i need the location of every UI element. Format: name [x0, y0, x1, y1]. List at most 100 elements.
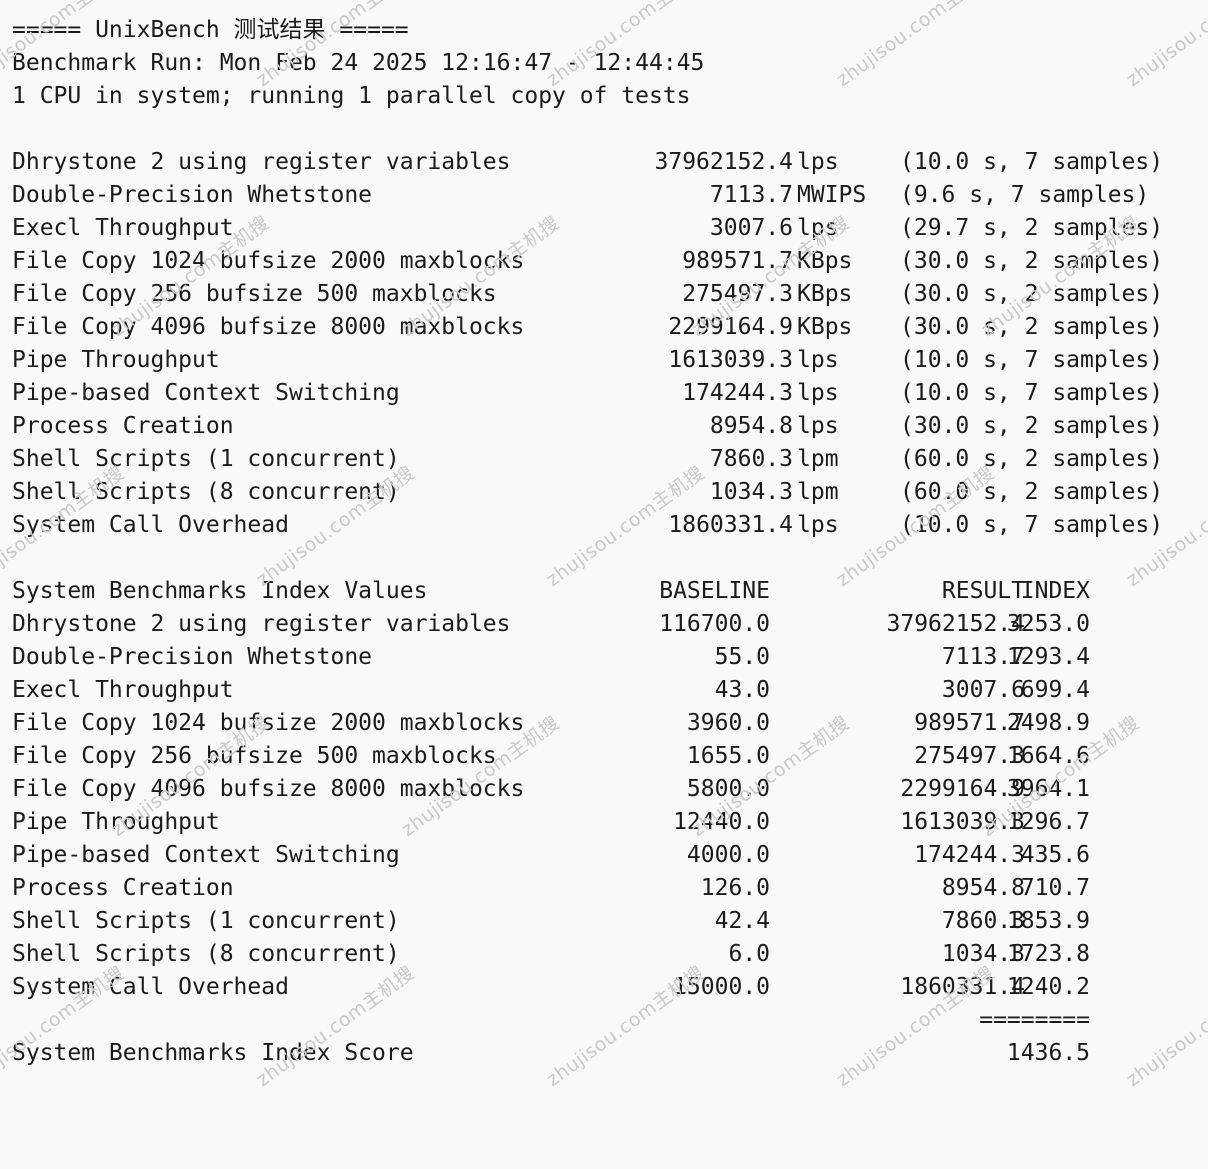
benchmark-run-line: Benchmark Run: Mon Feb 24 2025 12:16:47 …	[12, 47, 1208, 80]
benchmark-timing: (10.0 s, 7 samples)	[900, 149, 1164, 175]
benchmark-unit: lps	[797, 215, 839, 241]
benchmark-unit: MWIPS	[797, 182, 867, 208]
index-index-value: 3253.0	[1006, 611, 1090, 637]
index-value-row: Process Creation 126.0 8954.8 710.7	[12, 872, 1208, 905]
index-baseline-value: 1655.0	[686, 743, 770, 769]
benchmark-timing: (60.0 s, 2 samples)	[900, 446, 1164, 472]
benchmark-unit: lps	[797, 380, 839, 406]
cpu-info-line: 1 CPU in system; running 1 parallel copy…	[12, 80, 1208, 113]
benchmark-timing: (29.7 s, 2 samples)	[900, 215, 1164, 241]
benchmark-run-text: Benchmark Run: Mon Feb 24 2025 12:16:47 …	[12, 50, 705, 76]
benchmark-result-row: Execl Throughput 3007.6 lps (29.7 s, 2 samp…	[12, 212, 1208, 245]
index-index-value: 1240.2	[1006, 974, 1090, 1000]
raw-results-block: Dhrystone 2 using register variables 3796…	[12, 146, 1208, 542]
column-header-result: RESULT	[941, 578, 1025, 604]
index-result-value: 8954.8	[941, 875, 1025, 901]
benchmark-result-row: Pipe-based Context Switching 174244.3 lps (…	[12, 377, 1208, 410]
index-index-value: 3964.1	[1006, 776, 1090, 802]
index-baseline-value: 3960.0	[686, 710, 770, 736]
index-result-value: 3007.6	[941, 677, 1025, 703]
index-values-block: Dhrystone 2 using register variables 1167…	[12, 608, 1208, 1004]
benchmark-name: Execl Throughput	[12, 215, 234, 241]
index-baseline-value: 116700.0	[659, 611, 770, 637]
benchmark-timing: (30.0 s, 2 samples)	[900, 248, 1164, 274]
index-value-row: File Copy 4096 bufsize 8000 maxblocks 580…	[12, 773, 1208, 806]
benchmark-value: 8954.8	[709, 413, 793, 439]
benchmark-name: Double-Precision Whetstone	[12, 182, 373, 208]
index-index-value: 1664.6	[1006, 743, 1090, 769]
benchmark-timing: (10.0 s, 7 samples)	[900, 512, 1164, 538]
index-value-row: Pipe Throughput 12440.0 1613039.3 1296.7	[12, 806, 1208, 839]
benchmark-result-row: Shell Scripts (1 concurrent) 7860.3 lpm (60…	[12, 443, 1208, 476]
index-baseline-value: 5800.0	[686, 776, 770, 802]
index-baseline-value: 6.0	[728, 941, 770, 967]
benchmark-value: 7113.7	[709, 182, 793, 208]
benchmark-value: 2299164.9	[668, 314, 793, 340]
index-value-row: Dhrystone 2 using register variables 1167…	[12, 608, 1208, 641]
benchmark-value: 989571.7	[682, 248, 793, 274]
index-index-value: 699.4	[1020, 677, 1090, 703]
index-score-value: 1436.5	[1006, 1040, 1090, 1066]
benchmark-name: Pipe Throughput	[12, 347, 220, 373]
terminal-output: ===== UnixBench 测试结果 ===== Benchmark Run…	[0, 0, 1208, 1102]
title-text: ===== UnixBench 测试结果 =====	[12, 17, 409, 43]
index-benchmark-name: File Copy 4096 bufsize 8000 maxblocks	[12, 776, 525, 802]
index-result-value: 174244.3	[914, 842, 1025, 868]
benchmark-unit: KBps	[797, 314, 853, 340]
index-index-value: 1723.8	[1006, 941, 1090, 967]
benchmark-name: File Copy 4096 bufsize 8000 maxblocks	[12, 314, 525, 340]
benchmark-timing: (10.0 s, 7 samples)	[900, 380, 1164, 406]
index-baseline-value: 126.0	[700, 875, 770, 901]
benchmark-timing: (30.0 s, 2 samples)	[900, 314, 1164, 340]
index-index-value: 1296.7	[1006, 809, 1090, 835]
index-baseline-value: 4000.0	[686, 842, 770, 868]
benchmark-value: 174244.3	[682, 380, 793, 406]
benchmark-timing: (30.0 s, 2 samples)	[900, 281, 1164, 307]
index-benchmark-name: File Copy 256 bufsize 500 maxblocks	[12, 743, 497, 769]
index-index-value: 1853.9	[1006, 908, 1090, 934]
benchmark-timing: (30.0 s, 2 samples)	[900, 413, 1164, 439]
benchmark-result-row: File Copy 4096 bufsize 8000 maxblocks 229…	[12, 311, 1208, 344]
benchmark-unit: lps	[797, 149, 839, 175]
column-header-index: INDEX	[1020, 578, 1090, 604]
benchmark-value: 3007.6	[709, 215, 793, 241]
benchmark-name: Shell Scripts (8 concurrent)	[12, 479, 400, 505]
index-value-row: File Copy 256 bufsize 500 maxblocks 1655.…	[12, 740, 1208, 773]
index-benchmark-name: Pipe-based Context Switching	[12, 842, 400, 868]
benchmark-unit: lps	[797, 413, 839, 439]
index-values-header-row: System Benchmarks Index Values BASELINE …	[12, 575, 1208, 608]
benchmark-name: File Copy 1024 bufsize 2000 maxblocks	[12, 248, 525, 274]
index-value-row: Shell Scripts (1 concurrent) 42.4 7860.3 18…	[12, 905, 1208, 938]
benchmark-value: 275497.3	[682, 281, 793, 307]
benchmark-unit: lps	[797, 512, 839, 538]
index-value-row: File Copy 1024 bufsize 2000 maxblocks 396…	[12, 707, 1208, 740]
index-benchmark-name: Shell Scripts (8 concurrent)	[12, 941, 400, 967]
benchmark-name: Dhrystone 2 using register variables	[12, 149, 511, 175]
benchmark-name: Shell Scripts (1 concurrent)	[12, 446, 400, 472]
benchmark-timing: (9.6 s, 7 samples)	[900, 182, 1150, 208]
index-benchmark-name: Pipe Throughput	[12, 809, 220, 835]
index-value-row: System Call Overhead 15000.0 1860331.4 1240…	[12, 971, 1208, 1004]
benchmark-unit: lpm	[797, 479, 839, 505]
index-value-row: Pipe-based Context Switching 4000.0 174244…	[12, 839, 1208, 872]
benchmark-result-row: System Call Overhead 1860331.4 lps (10.0 s,…	[12, 509, 1208, 542]
index-index-value: 435.6	[1020, 842, 1090, 868]
benchmark-unit: KBps	[797, 248, 853, 274]
index-score-label: System Benchmarks Index Score	[12, 1040, 414, 1066]
title-line: ===== UnixBench 测试结果 =====	[12, 14, 1208, 47]
cpu-info-text: 1 CPU in system; running 1 parallel copy…	[12, 83, 691, 109]
benchmark-timing: (60.0 s, 2 samples)	[900, 479, 1164, 505]
index-baseline-value: 43.0	[714, 677, 770, 703]
index-values-title: System Benchmarks Index Values	[12, 578, 428, 604]
benchmark-name: File Copy 256 bufsize 500 maxblocks	[12, 281, 497, 307]
benchmark-value: 1860331.4	[668, 512, 793, 538]
index-baseline-value: 15000.0	[673, 974, 770, 1000]
benchmark-result-row: Dhrystone 2 using register variables 3796…	[12, 146, 1208, 179]
index-baseline-value: 12440.0	[673, 809, 770, 835]
index-baseline-value: 55.0	[714, 644, 770, 670]
benchmark-name: Process Creation	[12, 413, 234, 439]
benchmark-value: 7860.3	[709, 446, 793, 472]
benchmark-result-row: Shell Scripts (8 concurrent) 1034.3 lpm (60…	[12, 476, 1208, 509]
